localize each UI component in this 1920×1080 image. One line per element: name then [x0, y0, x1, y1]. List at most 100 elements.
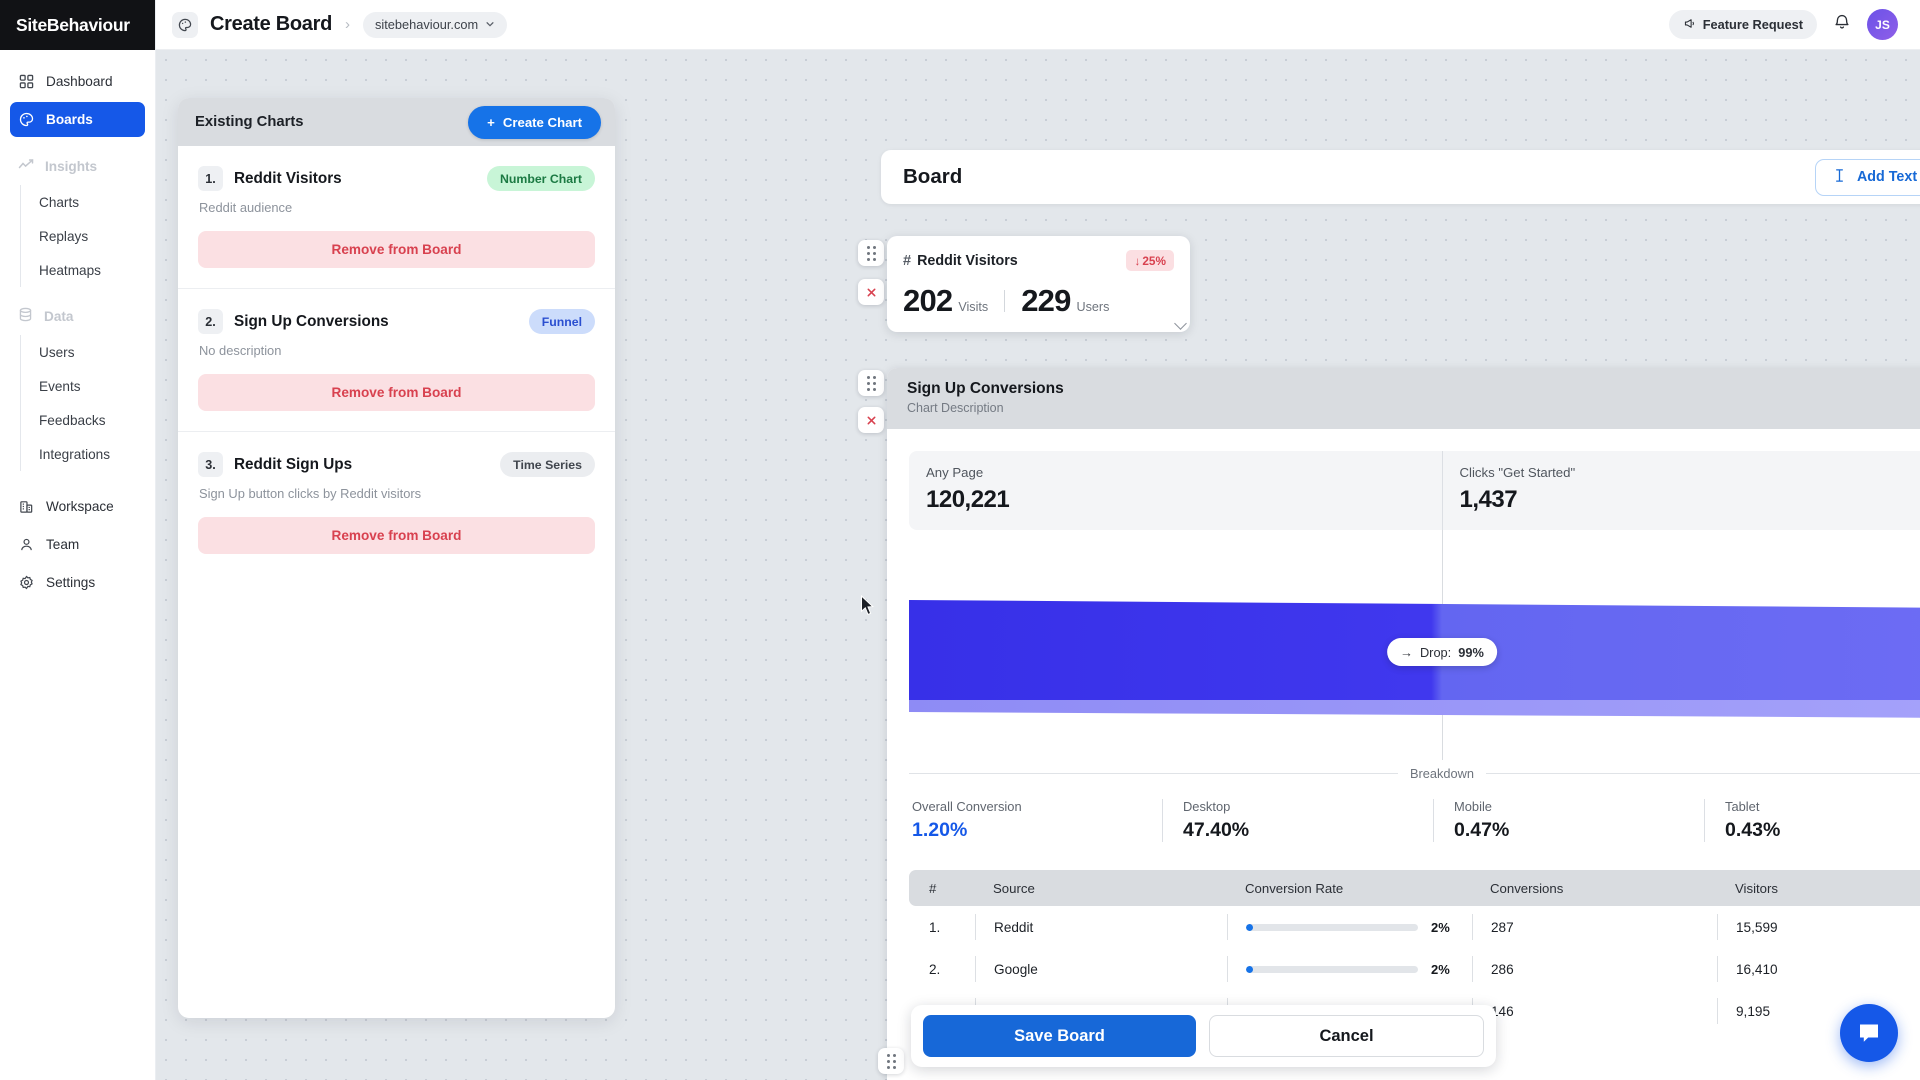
sidebar-subnav-data: Users Events Feedbacks Integrations — [20, 335, 155, 471]
funnel-drop-annotation: → Drop: 99% — [1387, 638, 1497, 666]
chart-item-header: 1. Reddit Visitors Number Chart — [198, 166, 595, 191]
chart-item-description: No description — [199, 343, 282, 358]
sidebar-item-users[interactable]: Users — [21, 335, 155, 369]
board-canvas[interactable]: Existing Charts + Create Chart 1. Reddit… — [156, 50, 1920, 1080]
sidebar: SiteBehaviour Dashboard Boards Insights … — [0, 0, 156, 1080]
number-chart-header: # Reddit Visitors ↓ 25% — [903, 250, 1174, 271]
chart-item-name: Sign Up Conversions — [234, 312, 389, 330]
site-selector[interactable]: sitebehaviour.com — [363, 11, 508, 38]
row-index: 2. — [929, 961, 941, 977]
number-chart-widget[interactable]: # Reddit Visitors ↓ 25% 202 Visits 229 U… — [887, 236, 1190, 332]
row-conversions: 287 — [1472, 914, 1717, 940]
drop-value: 99% — [1458, 644, 1484, 660]
chart-item-index: 3. — [198, 452, 223, 477]
sidebar-item-team[interactable]: Team — [10, 527, 145, 562]
hash-icon: # — [903, 252, 912, 269]
database-icon — [18, 307, 33, 325]
arrow-down-icon: ↓ — [1134, 253, 1141, 268]
drop-label: Drop: — [1419, 644, 1452, 660]
sidebar-item-dashboard[interactable]: Dashboard — [10, 64, 145, 99]
table-row[interactable]: 2. Google 2% 286 16,410 — [909, 948, 1920, 990]
column-header-conversions: Conversions — [1490, 880, 1564, 896]
gear-icon — [18, 574, 35, 591]
remove-widget-button-funnel-card[interactable] — [858, 407, 884, 433]
funnel-step-label: Clicks "Get Started" — [1459, 465, 1576, 480]
row-source: Reddit — [975, 914, 1227, 940]
sidebar-item-heatmaps[interactable]: Heatmaps — [21, 253, 155, 287]
sidebar-item-label: Workspace — [46, 499, 114, 514]
chat-bubble-icon[interactable] — [1840, 1004, 1898, 1062]
funnel-step-value: 120,221 — [926, 486, 1010, 513]
sidebar-item-settings[interactable]: Settings — [10, 565, 145, 600]
drag-handle-funnel-card[interactable] — [858, 370, 884, 396]
resize-handle[interactable] — [1174, 317, 1187, 330]
sidebar-item-events[interactable]: Events — [21, 369, 155, 403]
create-chart-label: Create Chart — [502, 114, 582, 130]
rate-value: 2% — [1431, 919, 1450, 935]
chart-item-index: 2. — [198, 309, 223, 334]
sidebar-item-label: Settings — [46, 575, 96, 590]
sidebar-item-boards[interactable]: Boards — [10, 102, 145, 137]
chart-list-item[interactable]: 3. Reddit Sign Ups Time Series Sign Up b… — [178, 432, 615, 574]
breakdown-label: Breakdown — [1409, 766, 1475, 781]
breakdown-stats: Overall Conversion 1.20% Desktop 47.40% … — [909, 799, 1920, 842]
drag-handle-number-card[interactable] — [858, 240, 884, 266]
brand-logo[interactable]: SiteBehaviour — [0, 0, 155, 50]
sidebar-item-label: Events — [39, 378, 81, 394]
sidebar-item-label: Heatmaps — [39, 262, 101, 278]
funnel-step-value: 1,437 — [1459, 486, 1518, 513]
plus-icon: + — [487, 114, 495, 130]
chart-item-description: Sign Up button clicks by Reddit visitors — [199, 486, 422, 501]
separator-line-left — [909, 773, 1398, 774]
row-visitors: 16,410 — [1717, 956, 1920, 982]
sidebar-item-feedbacks[interactable]: Feedbacks — [21, 403, 155, 437]
breakdown-stat: Overall Conversion 1.20% — [909, 799, 1162, 842]
chart-list-item[interactable]: 2. Sign Up Conversions Funnel No descrip… — [178, 289, 615, 432]
breakdown-stat-label: Mobile — [1454, 799, 1492, 814]
funnel-chart-widget[interactable]: Sign Up Conversions Chart Description An… — [887, 368, 1920, 1080]
number-chart-title: Reddit Visitors — [917, 252, 1018, 269]
table-row[interactable]: 1. Reddit 2% 287 15,599 — [909, 906, 1920, 948]
feature-request-button[interactable]: Feature Request — [1668, 10, 1817, 39]
sidebar-item-charts[interactable]: Charts — [21, 185, 155, 219]
megaphone-icon — [1683, 17, 1696, 33]
sidebar-item-label: Dashboard — [46, 74, 113, 89]
page-title: Create Board — [210, 13, 332, 35]
sidebar-item-integrations[interactable]: Integrations — [21, 437, 155, 471]
chart-list-item[interactable]: 1. Reddit Visitors Number Chart Reddit a… — [178, 146, 615, 289]
sidebar-item-workspace[interactable]: Workspace — [10, 489, 145, 524]
remove-from-board-button[interactable]: Remove from Board — [198, 231, 595, 268]
sidebar-item-label: Feedbacks — [39, 412, 106, 428]
column-header-rate: Conversion Rate — [1245, 880, 1344, 896]
chart-item-name: Reddit Sign Ups — [234, 455, 353, 473]
breakdown-stat: Mobile 0.47% — [1433, 799, 1704, 842]
separator-line-right — [1486, 773, 1920, 774]
bell-icon[interactable] — [1832, 12, 1852, 37]
cancel-button[interactable]: Cancel — [1209, 1015, 1484, 1057]
save-board-button[interactable]: Save Board — [923, 1015, 1196, 1057]
chart-item-header: 2. Sign Up Conversions Funnel — [198, 309, 595, 334]
chart-type-badge: Time Series — [500, 452, 595, 477]
mouse-cursor — [860, 594, 875, 621]
add-text-block-button[interactable]: Add Text Block — [1814, 158, 1920, 196]
funnel-chart-title: Sign Up Conversions — [907, 380, 1064, 397]
sidebar-item-replays[interactable]: Replays — [21, 219, 155, 253]
brand-name: SiteBehaviour — [16, 14, 130, 35]
number-chart-values: 202 Visits 229 Users — [903, 283, 1174, 319]
row-index: 1. — [929, 919, 941, 935]
chart-type-badge: Number Chart — [487, 166, 595, 191]
breakdown-stat-value: 0.47% — [1454, 819, 1510, 841]
drag-handle-third-widget[interactable] — [878, 1048, 904, 1074]
remove-from-board-button[interactable]: Remove from Board — [198, 517, 595, 554]
row-rate-cell: 2% — [1227, 956, 1472, 982]
avatar[interactable]: JS — [1867, 9, 1898, 40]
palette-icon — [18, 111, 35, 128]
board-header: Board Add Text Block — [881, 150, 1920, 204]
create-chart-button[interactable]: + Create Chart — [468, 105, 601, 139]
chart-item-header: 3. Reddit Sign Ups Time Series — [198, 452, 595, 477]
palette-icon — [172, 11, 198, 38]
drag-dots-icon — [866, 245, 876, 261]
remove-widget-button-number-card[interactable] — [858, 279, 884, 305]
remove-from-board-button[interactable]: Remove from Board — [198, 374, 595, 411]
sidebar-group-label: Data — [44, 308, 74, 324]
